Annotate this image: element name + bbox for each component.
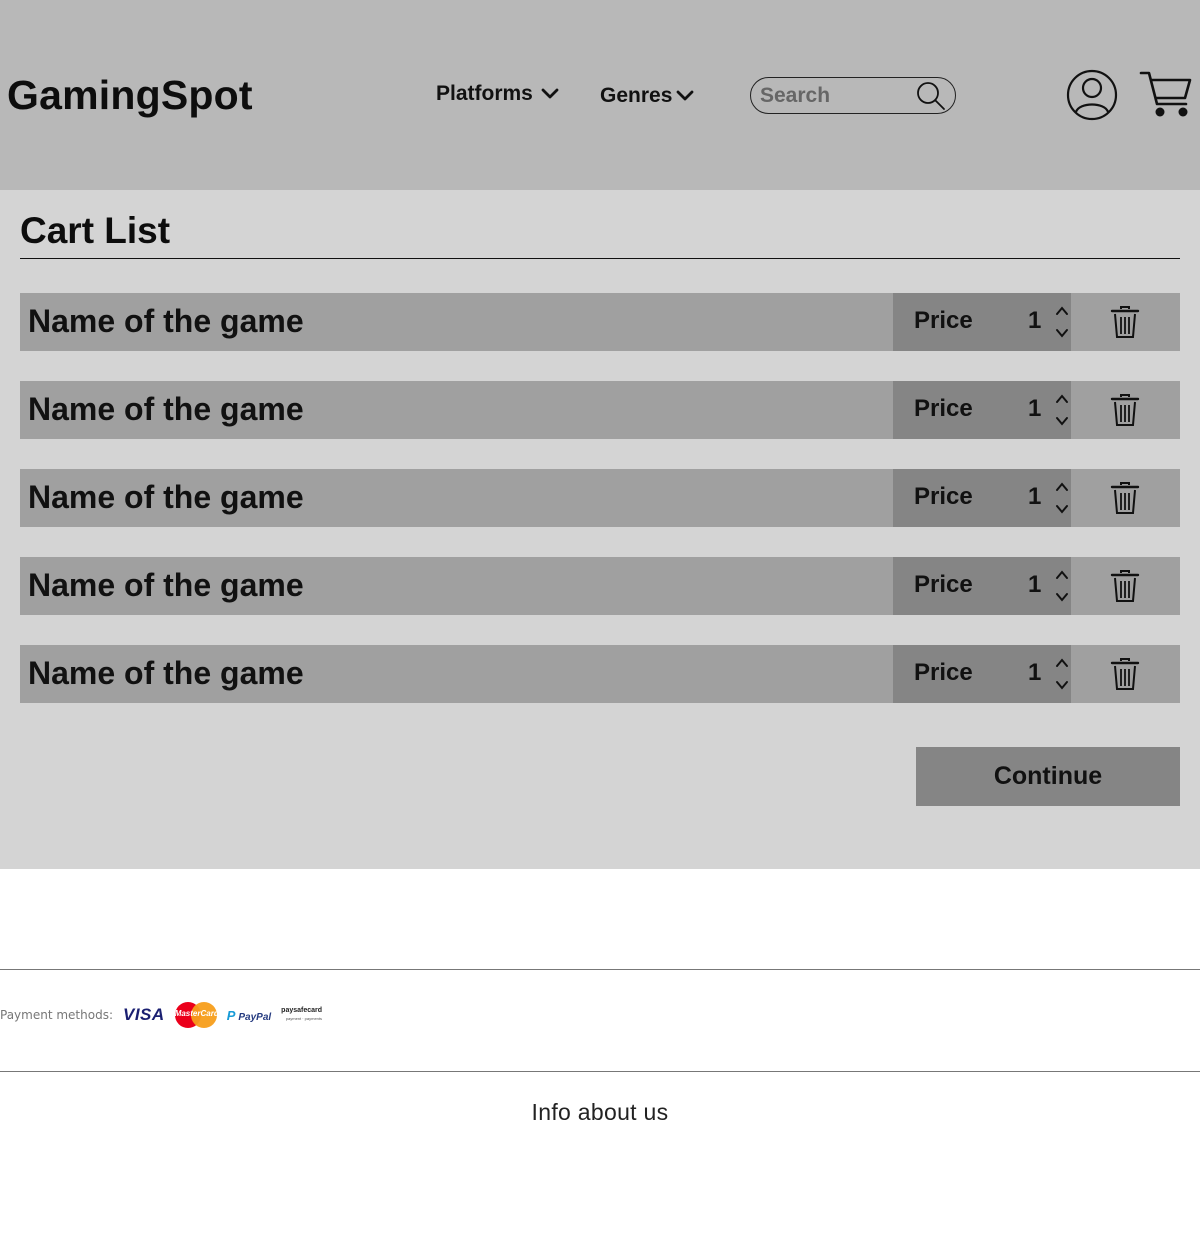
- visa-logo: VISA: [123, 1005, 165, 1024]
- nav-platforms-label: Platforms: [436, 82, 533, 105]
- price-box: Price 1: [893, 381, 1071, 439]
- search-input[interactable]: [760, 81, 910, 110]
- quantity-stepper: [1054, 389, 1070, 431]
- quantity-stepper: [1054, 477, 1070, 519]
- site-header: GamingSpot Platforms Genres: [0, 0, 1200, 190]
- chevron-down-icon: [676, 90, 694, 101]
- chevron-down-icon: [541, 88, 559, 99]
- price-box: Price 1: [893, 645, 1071, 703]
- game-name[interactable]: Name of the game: [28, 567, 304, 604]
- quantity-stepper: [1054, 565, 1070, 607]
- price-label: Price: [914, 659, 973, 686]
- chevron-down-icon[interactable]: [1054, 413, 1070, 429]
- price-box: Price 1: [893, 557, 1071, 615]
- game-name[interactable]: Name of the game: [28, 391, 304, 428]
- trash-icon[interactable]: [1110, 393, 1140, 427]
- search-icon[interactable]: [915, 80, 947, 117]
- game-name[interactable]: Name of the game: [28, 479, 304, 516]
- title-divider: [20, 258, 1180, 259]
- quantity-value[interactable]: 1: [1028, 307, 1041, 335]
- info-about-us-link[interactable]: Info about us: [0, 1099, 1200, 1126]
- chevron-down-icon[interactable]: [1054, 589, 1070, 605]
- game-name[interactable]: Name of the game: [28, 303, 304, 340]
- chevron-up-icon[interactable]: [1054, 303, 1070, 319]
- quantity-stepper: [1054, 301, 1070, 343]
- chevron-down-icon[interactable]: [1054, 325, 1070, 341]
- search-box: [750, 77, 956, 114]
- cart-icon: [1139, 71, 1192, 117]
- trash-icon[interactable]: [1110, 305, 1140, 339]
- payment-methods-label: Payment methods:: [0, 1008, 113, 1022]
- user-icon: [1066, 69, 1118, 121]
- footer-divider: [0, 969, 1200, 970]
- trash-icon[interactable]: [1110, 657, 1140, 691]
- cart-item-row: Name of the game Price 1: [20, 557, 1180, 615]
- brand-logo[interactable]: GamingSpot: [7, 72, 253, 119]
- cart-item-row: Name of the game Price 1: [20, 469, 1180, 527]
- chevron-down-icon[interactable]: [1054, 501, 1070, 517]
- chevron-up-icon[interactable]: [1054, 655, 1070, 671]
- game-name[interactable]: Name of the game: [28, 655, 304, 692]
- chevron-down-icon[interactable]: [1054, 677, 1070, 693]
- chevron-up-icon[interactable]: [1054, 479, 1070, 495]
- price-label: Price: [914, 571, 973, 598]
- price-label: Price: [914, 395, 973, 422]
- footer-divider: [0, 1071, 1200, 1072]
- cart-section: Cart List Name of the game Price 1 Name …: [0, 190, 1200, 869]
- mastercard-logo: MasterCard: [174, 1002, 219, 1028]
- payment-methods: Payment methods: VISA MasterCard P PayPal…: [0, 1001, 322, 1029]
- page-title: Cart List: [20, 210, 171, 251]
- cart-item-row: Name of the game Price 1: [20, 645, 1180, 703]
- nav-genres-label: Genres: [600, 84, 673, 107]
- quantity-value[interactable]: 1: [1028, 659, 1041, 687]
- quantity-value[interactable]: 1: [1028, 571, 1041, 599]
- paysafecard-logo: paysafecard payment · payments: [281, 1007, 323, 1021]
- price-box: Price 1: [893, 469, 1071, 527]
- price-box: Price 1: [893, 293, 1071, 351]
- cart-button[interactable]: [1138, 68, 1194, 120]
- chevron-up-icon[interactable]: [1054, 391, 1070, 407]
- account-button[interactable]: [1066, 69, 1118, 121]
- quantity-value[interactable]: 1: [1028, 483, 1041, 511]
- price-label: Price: [914, 307, 973, 334]
- continue-button[interactable]: Continue: [916, 747, 1180, 806]
- cart-item-row: Name of the game Price 1: [20, 293, 1180, 351]
- trash-icon[interactable]: [1110, 481, 1140, 515]
- quantity-value[interactable]: 1: [1028, 395, 1041, 423]
- cart-item-row: Name of the game Price 1: [20, 381, 1180, 439]
- nav-genres-dropdown[interactable]: Genres: [600, 84, 694, 108]
- nav-platforms-dropdown[interactable]: Platforms: [436, 82, 559, 106]
- paypal-logo: P PayPal: [226, 1007, 272, 1023]
- price-label: Price: [914, 483, 973, 510]
- trash-icon[interactable]: [1110, 569, 1140, 603]
- quantity-stepper: [1054, 653, 1070, 695]
- chevron-up-icon[interactable]: [1054, 567, 1070, 583]
